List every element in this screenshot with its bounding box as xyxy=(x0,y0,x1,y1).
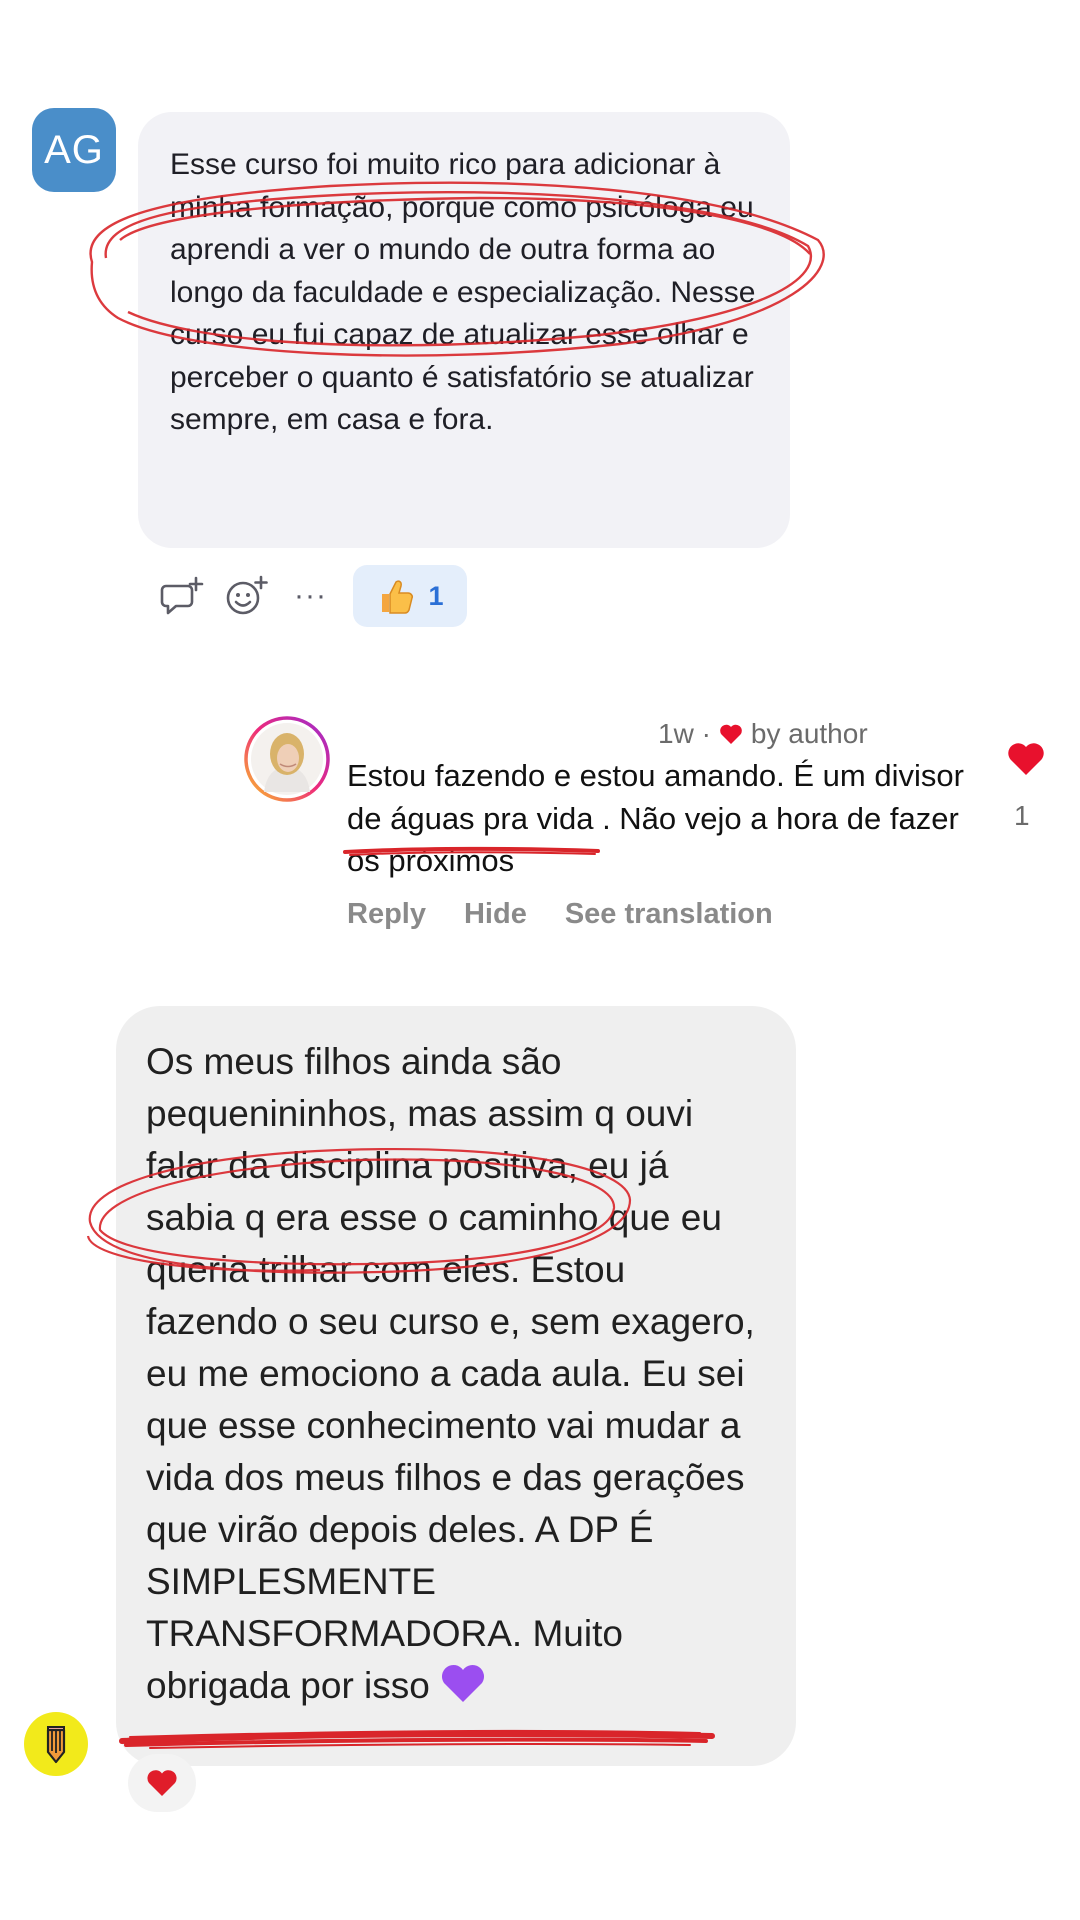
avatar[interactable] xyxy=(244,716,330,802)
pencil-icon xyxy=(46,1726,66,1764)
avatar-ag[interactable]: AG xyxy=(32,108,116,192)
reply-time: 1w · xyxy=(658,718,711,749)
heart-icon xyxy=(720,724,742,744)
emoji-add-icon[interactable] xyxy=(224,574,268,618)
liked-by-author-label: by author xyxy=(750,718,868,749)
reply-actions: Reply Hide See translation xyxy=(347,898,773,931)
message-2-text: Os meus filhos ainda são pequenininhos, … xyxy=(146,1041,755,1706)
reaction-pill[interactable]: 1 xyxy=(352,565,467,627)
reaction-badge[interactable] xyxy=(128,1754,196,1812)
message-1-actions: ··· 1 xyxy=(160,565,467,627)
reply-plus-icon[interactable] xyxy=(160,574,204,618)
message-1-text: Esse curso foi muito rico para adicionar… xyxy=(170,148,756,436)
message-bubble-1: Esse curso foi muito rico para adicionar… xyxy=(138,112,790,548)
like-count: 1 xyxy=(1014,800,1030,831)
hide-button[interactable]: Hide xyxy=(464,898,527,931)
see-translation-button[interactable]: See translation xyxy=(565,898,773,931)
more-options-button[interactable]: ··· xyxy=(294,574,327,618)
reply-button[interactable]: Reply xyxy=(347,898,426,931)
thumbs-up-icon xyxy=(382,580,414,614)
message-bubble-2: Os meus filhos ainda são pequenininhos, … xyxy=(116,1006,796,1766)
reply-text: Estou fazendo e estou amando. É um divis… xyxy=(347,758,964,878)
reply-meta: 1w · by author xyxy=(658,718,868,750)
like-heart-icon[interactable] xyxy=(1007,742,1045,776)
reaction-count: 1 xyxy=(428,580,444,611)
avatar[interactable] xyxy=(24,1712,88,1776)
red-heart-icon xyxy=(147,1770,177,1796)
purple-heart-icon xyxy=(442,1664,485,1702)
